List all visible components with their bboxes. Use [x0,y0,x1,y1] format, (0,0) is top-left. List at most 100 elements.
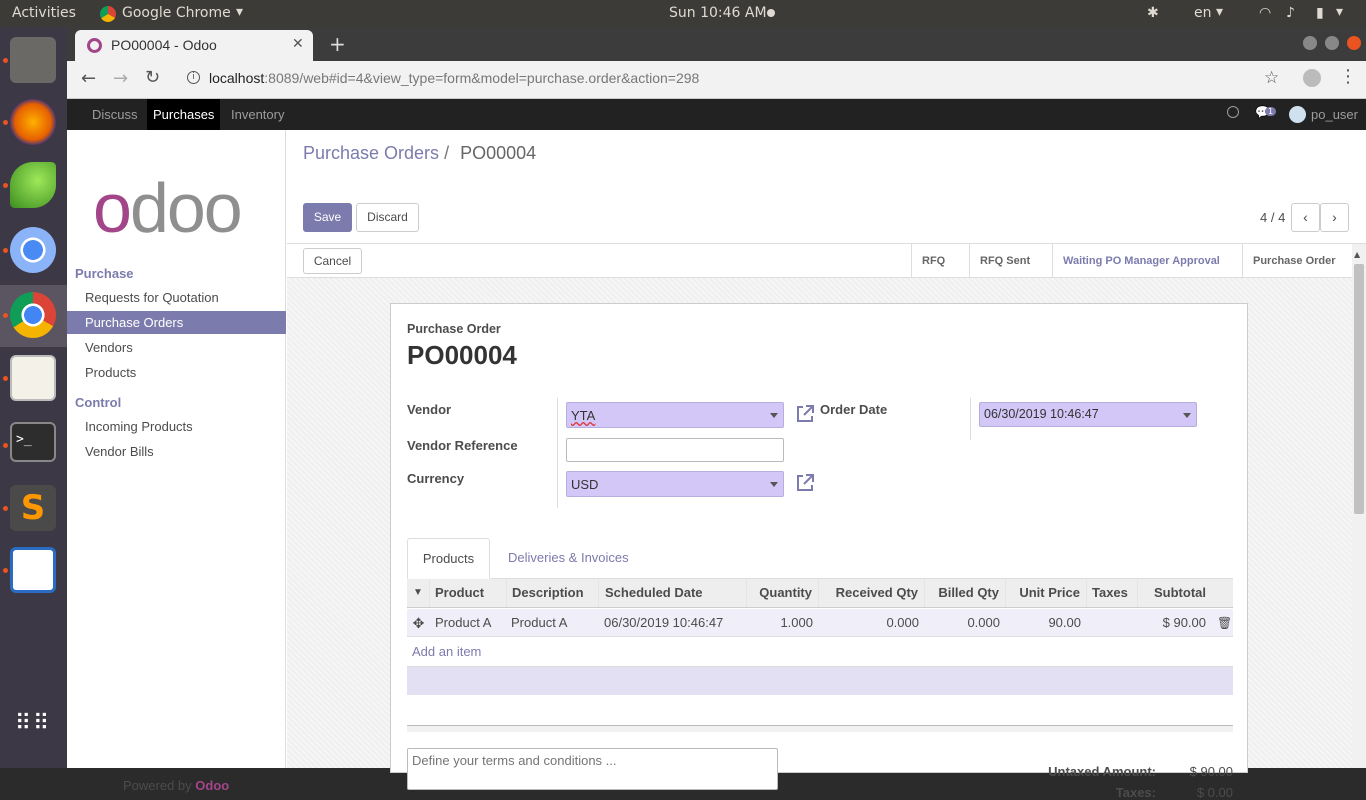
odoo-main-navbar: Discuss Purchases Inventory 💬 1 po_user [67,99,1366,130]
volume-icon[interactable]: ♪ [1286,5,1295,21]
bookmark-star-icon[interactable]: ☆ [1264,68,1279,88]
dropdown-caret-icon [770,482,778,487]
minimize-icon[interactable] [1303,36,1317,50]
col-description[interactable]: Description [507,579,599,607]
col-received-qty[interactable]: Received Qty [819,579,925,607]
nav-discuss[interactable]: Discuss [86,99,144,130]
close-tab-icon[interactable]: ✕ [292,36,304,52]
cell-scheduled-date[interactable]: 06/30/2019 10:46:47 [604,609,723,637]
info-icon[interactable]: i [187,71,200,84]
pager-next-button[interactable]: › [1320,203,1349,232]
col-product[interactable]: Product [430,579,507,607]
maximize-icon[interactable] [1325,36,1339,50]
stage-waiting-approval[interactable]: Waiting PO Manager Approval [1052,244,1230,278]
cell-product[interactable]: Product A [435,609,491,637]
sidebar-item-purchase-orders[interactable]: Purchase Orders [67,311,286,334]
clock[interactable]: Sun 10:46 AM [669,5,767,21]
drag-handle-icon[interactable]: ✥ [411,609,426,637]
bluetooth-icon[interactable]: ✱ [1147,5,1159,21]
terms-conditions-field[interactable] [407,748,778,790]
col-scheduled-date[interactable]: Scheduled Date [599,579,747,607]
chromium-icon[interactable] [10,227,56,273]
leaf-app-icon[interactable] [10,162,56,208]
cell-received-qty[interactable]: 0.000 [819,609,919,637]
table-horizontal-scrollbar[interactable] [407,725,1233,732]
files-icon[interactable] [10,37,56,83]
user-menu[interactable]: po_user [1305,99,1364,130]
col-unit-price[interactable]: Unit Price [1006,579,1087,607]
forward-icon[interactable]: → [113,68,128,89]
writer-document-icon[interactable] [10,547,56,593]
user-avatar[interactable] [1289,106,1306,123]
activities-button[interactable]: Activities [12,5,76,21]
cell-billed-qty[interactable]: 0.000 [925,609,1000,637]
cell-taxes[interactable] [1092,609,1132,637]
cell-quantity[interactable]: 1.000 [747,609,813,637]
section-control: Control [75,395,122,410]
cell-unit-price[interactable]: 90.00 [1006,609,1081,637]
currency-select[interactable]: USD [566,471,784,497]
chrome-icon[interactable] [10,292,56,338]
add-item-link[interactable]: Add an item [412,644,481,659]
delete-line-icon[interactable]: 🗑 [1217,609,1232,637]
nav-purchases[interactable]: Purchases [147,99,221,130]
stage-rfq-sent[interactable]: RFQ Sent [969,244,1040,278]
discard-button[interactable]: Discard [356,203,419,232]
url-field[interactable]: localhost:8089/web#id=4&view_type=form&m… [209,70,699,86]
new-tab-icon[interactable]: + [329,32,346,56]
chevron-down-icon: ▾ [1216,4,1224,20]
save-button[interactable]: Save [303,203,352,232]
pager-previous-button[interactable]: ‹ [1291,203,1320,232]
table-row[interactable]: ✥ Product A Product A 06/30/2019 10:46:4… [407,609,1233,637]
stage-purchase-order[interactable]: Purchase Order [1242,244,1346,278]
tab-products[interactable]: Products [407,538,490,579]
activity-clock-icon[interactable] [1227,106,1239,118]
external-link-icon[interactable] [795,404,815,424]
odoo-logo[interactable]: odoo [93,173,263,243]
firefox-icon[interactable] [10,99,56,145]
battery-icon[interactable]: ▮ [1316,5,1324,21]
chrome-menu-icon[interactable]: ⋮ [1339,66,1357,87]
powered-by-link[interactable]: Odoo [195,778,229,793]
tab-deliveries-invoices[interactable]: Deliveries & Invoices [508,550,629,565]
sidebar-item-incoming-products[interactable]: Incoming Products [67,415,286,438]
stage-rfq[interactable]: RFQ [911,244,955,278]
vendor-reference-input[interactable] [566,438,784,462]
terminal-icon[interactable]: >_ [10,422,56,462]
launcher-dock: >_ S ⠿⠿ [0,27,67,768]
col-subtotal[interactable]: Subtotal [1138,579,1212,607]
vertical-scrollbar[interactable]: ▲ [1352,244,1366,768]
browser-tab[interactable]: PO00004 - Odoo ✕ [75,30,313,61]
external-link-icon[interactable] [795,473,815,493]
scroll-up-icon[interactable]: ▲ [1354,250,1364,259]
scrollbar-thumb[interactable] [1354,264,1364,514]
order-date-picker[interactable]: 06/30/2019 10:46:47 [979,402,1197,427]
cell-description[interactable]: Product A [511,609,567,637]
profile-avatar-icon[interactable] [1303,69,1321,87]
section-purchase: Purchase [75,266,134,281]
sidebar-item-vendor-bills[interactable]: Vendor Bills [67,440,286,463]
wifi-icon[interactable]: ◠ [1259,5,1271,21]
app-menu[interactable]: Google Chrome [122,5,231,21]
breadcrumb-parent[interactable]: Purchase Orders [303,143,439,163]
reload-icon[interactable]: ↻ [145,67,160,88]
chrome-app-icon [100,6,116,22]
col-billed-qty[interactable]: Billed Qty [925,579,1006,607]
cancel-order-button[interactable]: Cancel [303,248,362,274]
show-apps-icon[interactable]: ⠿⠿ [10,713,56,763]
running-indicator [3,120,8,125]
text-editor-icon[interactable] [10,355,56,401]
sidebar-item-products[interactable]: Products [67,361,286,384]
column-options-icon[interactable]: ▼ [407,579,430,607]
language-indicator[interactable]: en [1194,5,1212,21]
col-taxes[interactable]: Taxes [1087,579,1138,607]
close-window-icon[interactable] [1347,36,1361,50]
back-icon[interactable]: ← [81,68,96,89]
sublime-text-icon[interactable]: S [10,485,56,531]
vendor-select[interactable]: YTA [566,402,784,428]
sidebar-item-vendors[interactable]: Vendors [67,336,286,359]
nav-inventory[interactable]: Inventory [225,99,290,130]
sidebar-item-rfq[interactable]: Requests for Quotation [67,286,286,309]
cell-subtotal[interactable]: $ 90.00 [1138,609,1206,637]
col-quantity[interactable]: Quantity [747,579,819,607]
